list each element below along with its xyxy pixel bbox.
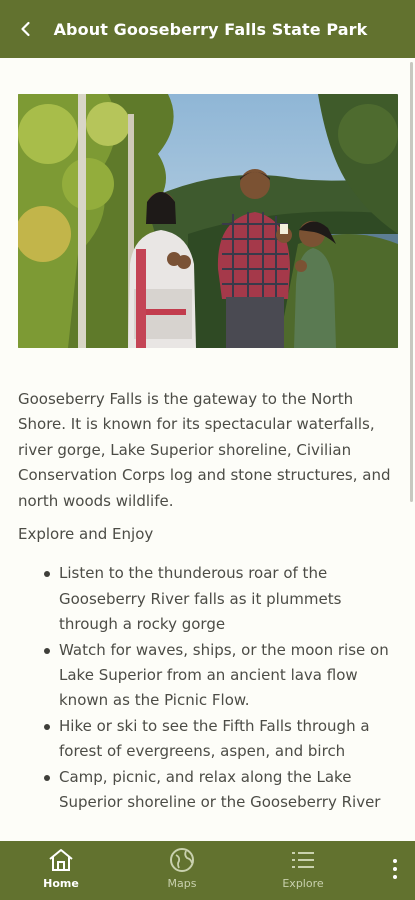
more-options-button[interactable] xyxy=(385,855,405,883)
list-item: Hike or ski to see the Fifth Falls throu… xyxy=(44,714,396,765)
intro-paragraph: Gooseberry Falls is the gateway to the N… xyxy=(18,390,391,510)
content-scroll-area[interactable]: Gooseberry Falls is the gateway to the N… xyxy=(0,58,415,841)
list-item: Watch for waves, ships, or the moon rise… xyxy=(44,638,396,714)
bottom-navigation: Home Maps Explore xyxy=(0,841,415,900)
more-vertical-icon xyxy=(393,859,397,863)
list-item: Listen to the thunderous roar of the Goo… xyxy=(44,561,396,637)
more-dot xyxy=(393,875,397,879)
chevron-left-icon xyxy=(21,21,30,37)
home-icon xyxy=(49,849,73,871)
app-bar: About Gooseberry Falls State Park xyxy=(0,0,415,58)
list-icon xyxy=(292,852,314,868)
list-item: Camp, picnic, and relax along the Lake S… xyxy=(44,765,396,816)
section-subhead: Explore and Enjoy xyxy=(18,525,154,544)
globe-icon xyxy=(170,848,194,872)
back-button[interactable] xyxy=(6,9,46,49)
hero-image xyxy=(18,94,398,348)
more-dot xyxy=(393,867,397,871)
about-text: Gooseberry Falls is the gateway to the N… xyxy=(18,387,396,816)
nav-label-maps: Maps xyxy=(167,877,197,890)
page-title: About Gooseberry Falls State Park xyxy=(53,19,368,39)
nav-maps[interactable]: Maps xyxy=(142,847,222,897)
nav-home[interactable]: Home xyxy=(21,847,101,897)
nav-label-explore: Explore xyxy=(282,877,324,890)
nav-explore[interactable]: Explore xyxy=(263,847,343,897)
nav-label-home: Home xyxy=(43,877,79,890)
scrollbar[interactable] xyxy=(410,62,413,502)
highlights-list: Listen to the thunderous roar of the Goo… xyxy=(18,561,396,815)
